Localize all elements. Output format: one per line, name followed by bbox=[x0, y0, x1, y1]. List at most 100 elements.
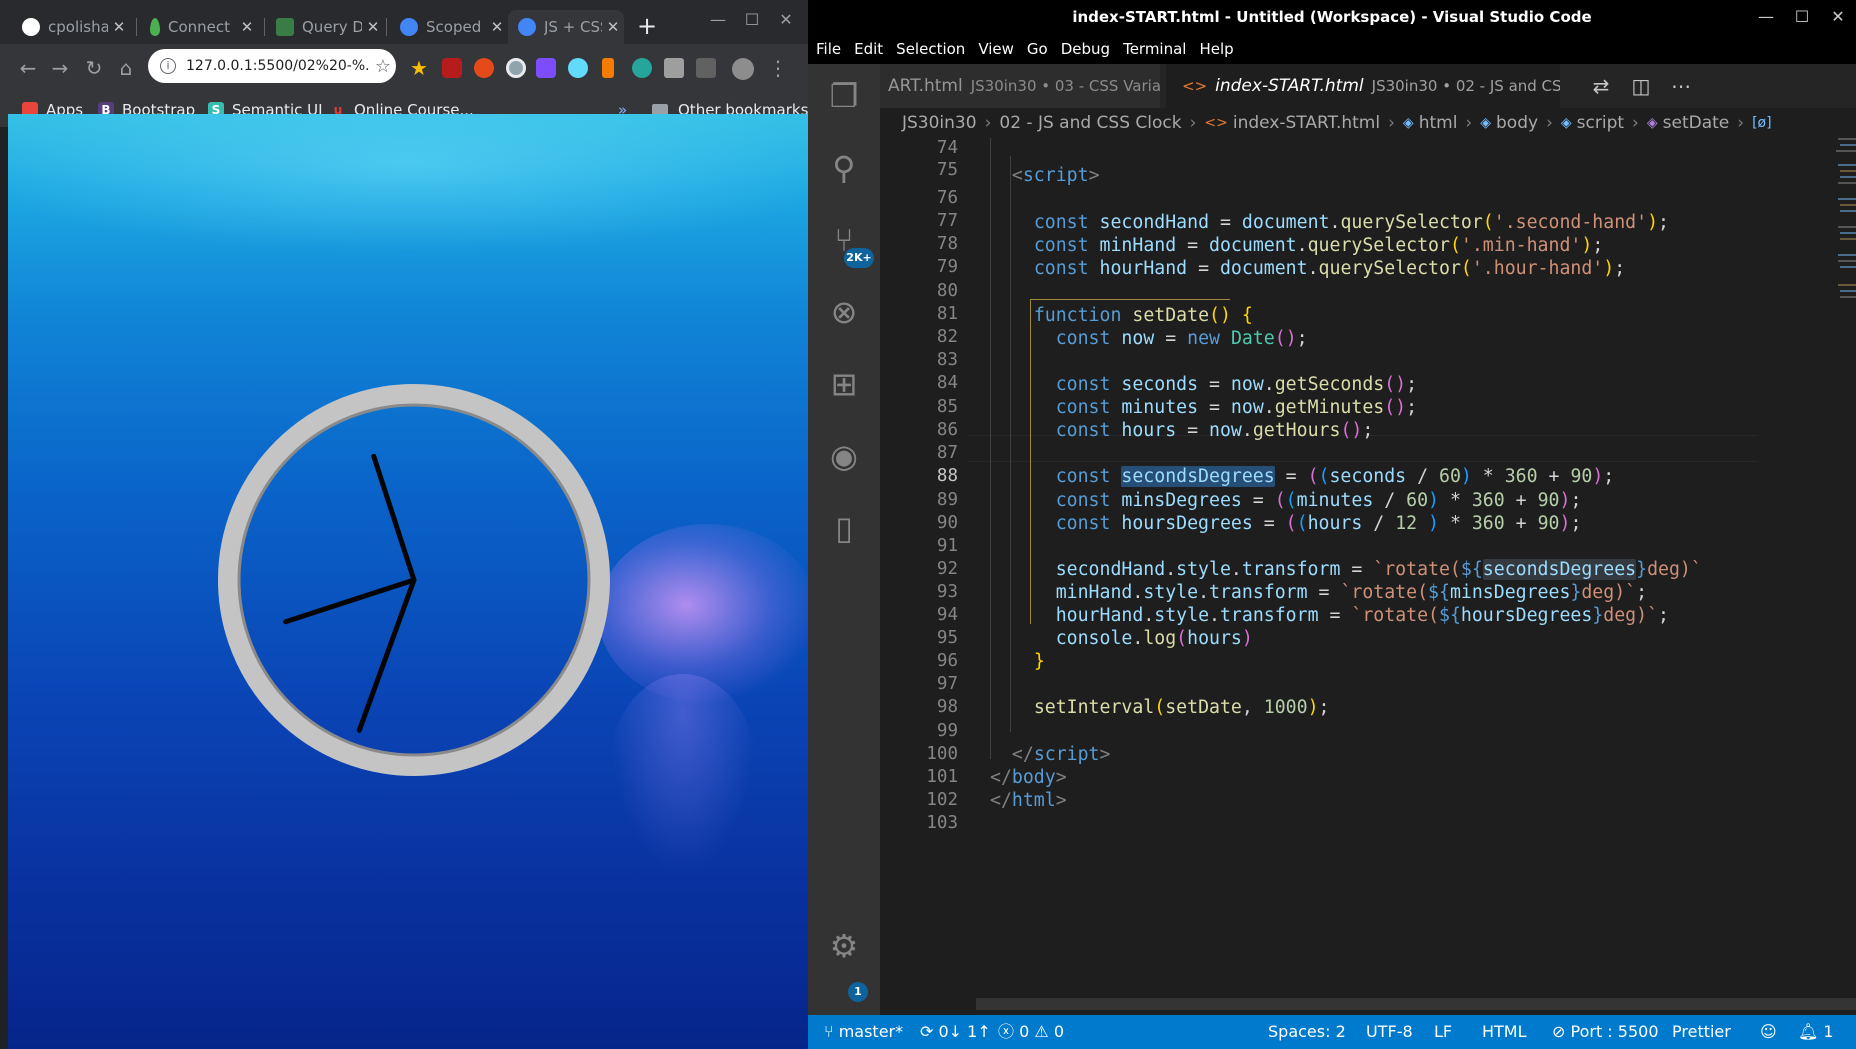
settings-gear-icon[interactable]: ⚙ bbox=[808, 914, 880, 978]
indentation-status[interactable]: Spaces: 2 bbox=[1268, 1015, 1346, 1049]
code-line: </html> bbox=[990, 790, 1067, 811]
bookmark-star-icon[interactable]: ☆ bbox=[370, 56, 396, 77]
editor-tab-desc: JS30in30 • 03 - CSS Variables bbox=[970, 77, 1160, 95]
breadcrumb-item[interactable]: script bbox=[1577, 113, 1624, 133]
vscode-window: index-START.html - Untitled (Workspace) … bbox=[808, 0, 1856, 1049]
breadcrumb-item[interactable]: JS30in30 bbox=[902, 113, 977, 133]
more-actions-icon[interactable]: ⋯ bbox=[1666, 74, 1696, 100]
close-tab-icon[interactable]: ✕ bbox=[108, 18, 130, 36]
extension-icon[interactable] bbox=[696, 58, 716, 78]
jellyfish-tentacles bbox=[608, 674, 758, 874]
minimize-icon[interactable]: — bbox=[1748, 0, 1784, 34]
breadcrumb-item[interactable]: html bbox=[1419, 113, 1458, 133]
browser-tab-active[interactable]: JS + CSS ✕ bbox=[508, 10, 624, 44]
editor-tab-bar: ART.html JS30in30 • 03 - CSS Variables <… bbox=[880, 64, 1856, 108]
close-window-icon[interactable]: ✕ bbox=[772, 10, 800, 29]
horizontal-scrollbar[interactable] bbox=[976, 998, 1856, 1010]
globe-icon bbox=[400, 18, 418, 36]
database-icon[interactable]: ◉ bbox=[808, 424, 880, 488]
minimize-icon[interactable]: — bbox=[704, 10, 732, 29]
editor-tab-active[interactable]: <> index-START.html JS30in30 • 02 - JS a… bbox=[1166, 64, 1560, 108]
second-hand bbox=[371, 453, 417, 583]
menu-dots-icon[interactable]: ⋮ bbox=[762, 52, 794, 84]
git-branch-label: master* bbox=[838, 1022, 904, 1041]
language-status[interactable]: HTML bbox=[1482, 1015, 1527, 1049]
problems-status[interactable]: ⓧ 0 ⚠ 0 bbox=[998, 1015, 1064, 1049]
close-tab-icon[interactable]: ✕ bbox=[362, 18, 384, 36]
menu-view[interactable]: View bbox=[978, 40, 1014, 58]
breadcrumb-item[interactable]: index-START.html bbox=[1233, 113, 1380, 133]
browser-tab[interactable]: Query D ✕ bbox=[266, 10, 384, 44]
code-line: <script> bbox=[1011, 165, 1100, 186]
profile-avatar[interactable] bbox=[732, 58, 754, 80]
menu-help[interactable]: Help bbox=[1199, 40, 1233, 58]
browser-tab-title: cpolisha bbox=[48, 18, 108, 36]
breadcrumb-item[interactable]: 02 - JS and CSS Clock bbox=[999, 113, 1181, 133]
browser-tab[interactable]: cpolisha ✕ bbox=[12, 10, 130, 44]
line-number: 79 bbox=[936, 257, 958, 277]
breadcrumb-item[interactable]: body bbox=[1496, 113, 1538, 133]
minimap[interactable] bbox=[1832, 138, 1856, 1015]
notifications-status[interactable]: 🔔︎ 1 bbox=[1798, 1015, 1834, 1049]
extension-icon[interactable] bbox=[536, 58, 556, 78]
address-bar-url: 127.0.0.1:5500/02%20-%... bbox=[186, 58, 370, 74]
back-icon[interactable]: ← bbox=[12, 52, 44, 84]
close-tab-icon[interactable]: ✕ bbox=[486, 18, 508, 36]
warning-icon: ⚠ bbox=[1034, 1022, 1054, 1041]
search-icon[interactable]: ⚲ bbox=[808, 136, 880, 200]
extension-icon[interactable] bbox=[632, 58, 652, 78]
feedback-smiley-icon[interactable]: ☺ bbox=[1760, 1015, 1777, 1049]
browser-tab[interactable]: Scoped ✕ bbox=[390, 10, 508, 44]
close-tab-icon[interactable]: ✕ bbox=[602, 18, 624, 36]
browser-tab[interactable]: Connect ✕ bbox=[140, 10, 258, 44]
github-icon bbox=[22, 18, 40, 36]
eol-status[interactable]: LF bbox=[1434, 1015, 1452, 1049]
maximize-icon[interactable]: ☐ bbox=[1784, 0, 1820, 34]
notification-count: 1 bbox=[1823, 1022, 1834, 1041]
react-devtools-icon[interactable] bbox=[568, 58, 588, 78]
menu-edit[interactable]: Edit bbox=[854, 40, 883, 58]
editor-tab[interactable]: ART.html JS30in30 • 03 - CSS Variables bbox=[880, 64, 1160, 108]
clock bbox=[218, 384, 610, 776]
reload-icon[interactable]: ↻ bbox=[78, 52, 110, 84]
menu-go[interactable]: Go bbox=[1027, 40, 1048, 58]
explorer-icon[interactable]: ❐ bbox=[808, 64, 880, 128]
split-editor-icon[interactable]: ◫ bbox=[1626, 74, 1656, 100]
home-icon[interactable]: ⌂ bbox=[110, 52, 142, 84]
html-file-icon: <> bbox=[1182, 77, 1208, 95]
element-icon: ◈ bbox=[1560, 115, 1572, 131]
address-bar[interactable]: i 127.0.0.1:5500/02%20-%... ☆ bbox=[148, 49, 396, 83]
breadcrumb-item[interactable]: setDate bbox=[1663, 113, 1730, 133]
new-tab-button[interactable]: + bbox=[634, 14, 660, 40]
star-extension-icon[interactable]: ★ bbox=[410, 58, 430, 78]
element-icon: ◈ bbox=[1480, 115, 1492, 131]
menu-file[interactable]: File bbox=[816, 40, 841, 58]
site-info-icon[interactable]: i bbox=[160, 58, 176, 74]
browser-tab-title: Connect bbox=[168, 18, 231, 36]
extension-icon[interactable] bbox=[474, 58, 494, 78]
bookmarks-icon[interactable]: ▯ bbox=[808, 496, 880, 560]
close-window-icon[interactable]: ✕ bbox=[1820, 0, 1856, 34]
debug-icon[interactable]: ⊗ bbox=[808, 280, 880, 344]
menu-terminal[interactable]: Terminal bbox=[1123, 40, 1186, 58]
ublock-extension-icon[interactable] bbox=[442, 58, 462, 78]
menu-debug[interactable]: Debug bbox=[1061, 40, 1110, 58]
warning-count: 0 bbox=[1053, 1022, 1064, 1041]
maximize-icon[interactable]: ☐ bbox=[738, 10, 766, 29]
extension-icon[interactable] bbox=[506, 58, 526, 78]
extension-icon[interactable] bbox=[664, 58, 684, 78]
git-branch-status[interactable]: ⑂ master* bbox=[824, 1015, 903, 1049]
close-tab-icon[interactable]: ✕ bbox=[236, 18, 258, 36]
live-server-status[interactable]: ⊘ Port : 5500 bbox=[1552, 1015, 1659, 1049]
chevron-right-icon: › bbox=[1546, 113, 1553, 133]
encoding-status[interactable]: UTF-8 bbox=[1366, 1015, 1413, 1049]
extension-icon[interactable] bbox=[602, 58, 614, 78]
code-editor[interactable]: 74 75 76 77 78 79 80 81 82 83 84 85 86 87 88 89 90 91 92 93… bbox=[880, 138, 1856, 1015]
menu-selection[interactable]: Selection bbox=[896, 40, 965, 58]
git-sync-status[interactable]: ⟳ 0↓ 1↑ bbox=[920, 1015, 991, 1049]
forward-icon[interactable]: → bbox=[44, 52, 76, 84]
extensions-icon[interactable]: ⊞ bbox=[808, 352, 880, 416]
open-changes-icon[interactable]: ⇄ bbox=[1586, 74, 1616, 100]
code-lines: <script> const secondHand = document.que… bbox=[990, 138, 1750, 1015]
prettier-status[interactable]: Prettier bbox=[1672, 1015, 1731, 1049]
